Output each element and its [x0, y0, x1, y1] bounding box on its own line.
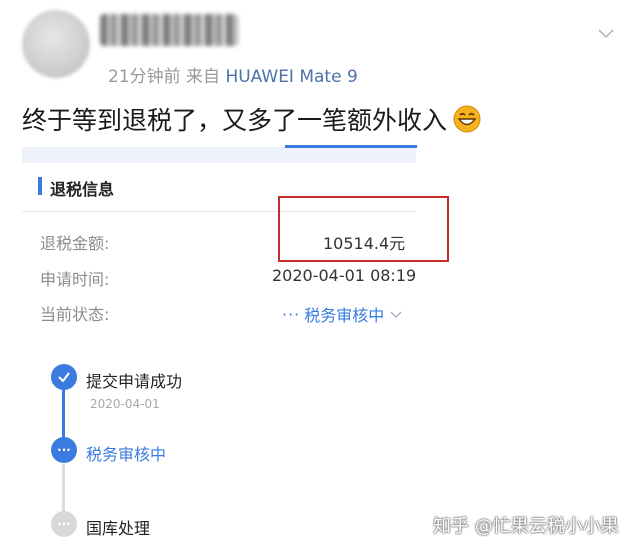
highlight-annotation: [278, 196, 449, 262]
step1-date: 2020-04-01: [90, 397, 160, 411]
date-label: 申请时间:: [40, 270, 110, 289]
post-text: 终于等到退税了，又多了一笔额外收入: [22, 106, 448, 135]
avatar[interactable]: [22, 10, 90, 78]
step3-label: 国库处理: [86, 519, 151, 538]
card-header-strip: [22, 147, 416, 163]
step2-label: 税务审核中: [86, 445, 167, 464]
card-header-accent: [285, 145, 417, 148]
status-dropdown[interactable]: ··· 税务审核中: [282, 302, 402, 326]
status-dots: ···: [282, 304, 301, 324]
post-meta: 21分钟前 来自 HUAWEI Mate 9: [108, 62, 358, 87]
ellipsis-icon: ···: [51, 437, 77, 463]
time-ago: 21分钟前: [108, 67, 181, 87]
section-title: 退税信息: [50, 180, 115, 199]
status-value: 税务审核中: [304, 306, 385, 325]
device-name[interactable]: HUAWEI Mate 9: [225, 67, 357, 87]
step1-label: 提交申请成功: [86, 372, 183, 391]
grinning-face-icon: [453, 105, 481, 133]
chevron-down-icon: [390, 311, 402, 318]
amount-label: 退税金额:: [40, 234, 110, 253]
status-label: 当前状态:: [40, 305, 110, 324]
username-redacted[interactable]: [100, 14, 238, 46]
date-value: 2020-04-01 08:19: [272, 266, 417, 285]
source-prefix: 来自: [186, 67, 221, 87]
post-content: 终于等到退税了，又多了一笔额外收入: [22, 101, 481, 137]
watermark: 知乎 @忙果云税小小果: [433, 516, 619, 537]
check-icon: [51, 364, 77, 390]
section-marker: [38, 177, 42, 195]
chevron-down-icon[interactable]: [597, 24, 615, 42]
pending-icon: ···: [51, 511, 77, 537]
